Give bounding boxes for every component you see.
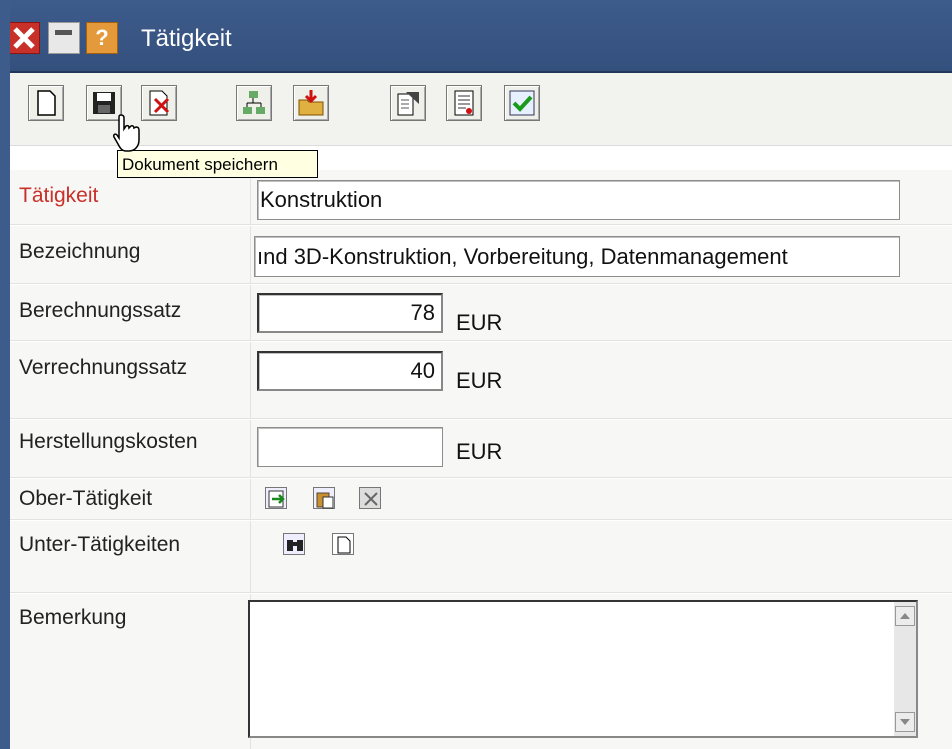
bezeichnung-input[interactable]: ınd 3D-Konstruktion, Vorbereitung, Daten…: [254, 236, 900, 277]
ober-taetigkeit-label: Ober-Tätigkeit: [19, 487, 153, 510]
tree-icon[interactable]: [236, 85, 272, 121]
taetigkeit-label: Tätigkeit: [19, 184, 99, 207]
new-document-icon[interactable]: [28, 85, 64, 121]
binoculars-icon[interactable]: [283, 533, 305, 555]
berechnungssatz-input[interactable]: 78: [257, 293, 443, 333]
title-bar: ? Tätigkeit: [0, 0, 952, 73]
minimize-icon[interactable]: [48, 22, 80, 54]
berechnungssatz-unit: EUR: [456, 310, 503, 335]
scroll-up-icon[interactable]: [895, 606, 915, 626]
hand-cursor-icon: [113, 113, 145, 160]
herstellungskosten-unit: EUR: [456, 439, 503, 464]
verrechnungssatz-label: Verrechnungssatz: [19, 356, 188, 379]
bemerkung-textarea[interactable]: [248, 600, 918, 738]
scroll-down-icon[interactable]: [895, 712, 915, 732]
window-title: Tätigkeit: [141, 25, 232, 52]
link-icon[interactable]: [265, 487, 287, 509]
delete-icon[interactable]: [141, 85, 177, 121]
value-cell: [250, 479, 952, 519]
taetigkeit-input[interactable]: Konstruktion: [257, 180, 900, 220]
unter-taetigkeiten-label: Unter-Tätigkeiten: [19, 533, 181, 556]
import-icon[interactable]: [293, 85, 329, 121]
verrechnungssatz-input[interactable]: 40: [257, 351, 443, 391]
properties-icon[interactable]: [390, 85, 426, 121]
herstellungskosten-label: Herstellungskosten: [19, 430, 198, 453]
row-ober-taetigkeit: Ober-Tätigkeit: [10, 479, 952, 520]
remove-icon[interactable]: [359, 487, 381, 509]
row-unter-taetigkeiten: Unter-Tätigkeiten: [10, 521, 952, 593]
bezeichnung-label: Bezeichnung: [19, 240, 141, 263]
report-icon[interactable]: [446, 85, 482, 121]
taetigkeit-window: ? Tätigkeit Dokument speichern Tätigkeit…: [0, 0, 952, 749]
new-sub-icon[interactable]: [332, 533, 354, 555]
help-icon[interactable]: ?: [86, 22, 118, 54]
toolbar: [10, 73, 952, 146]
verrechnungssatz-unit: EUR: [456, 368, 503, 393]
checkmark-icon[interactable]: [504, 85, 540, 121]
herstellungskosten-input[interactable]: [257, 427, 443, 467]
bemerkung-label: Bemerkung: [19, 606, 127, 629]
scrollbar[interactable]: [894, 602, 916, 736]
window-frame: [0, 0, 10, 749]
berechnungssatz-label: Berechnungssatz: [19, 299, 182, 322]
paste-icon[interactable]: [313, 487, 335, 509]
value-cell: [250, 521, 952, 592]
close-icon[interactable]: [8, 22, 40, 54]
tooltip: Dokument speichern: [117, 150, 318, 178]
